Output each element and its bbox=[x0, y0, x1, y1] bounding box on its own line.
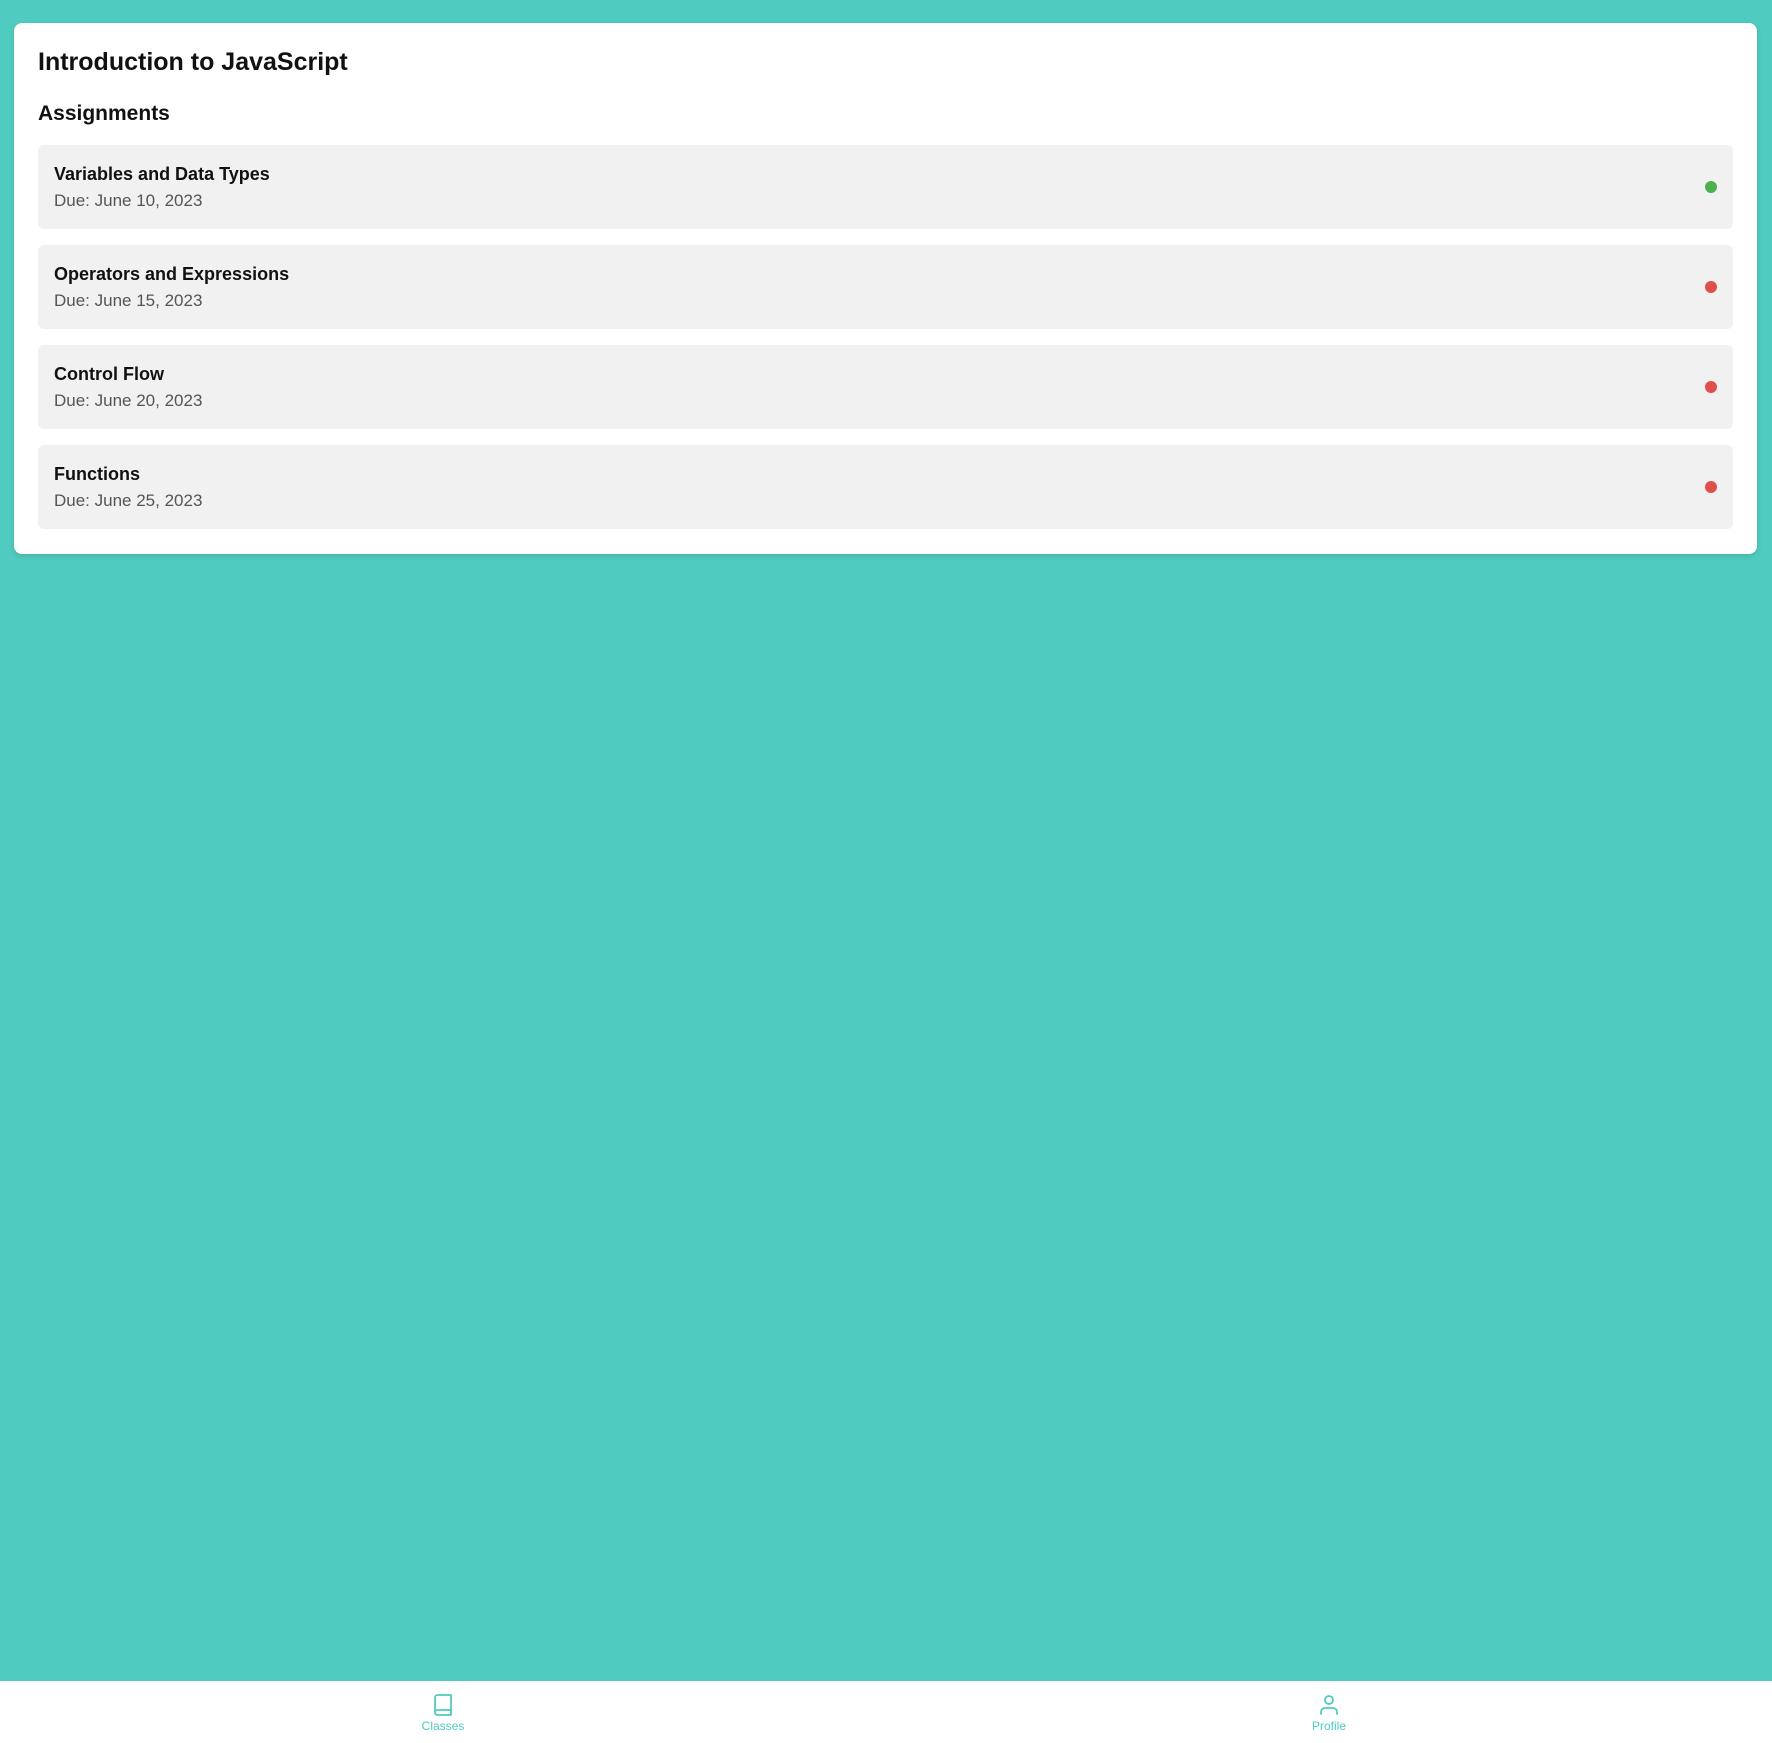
assignment-due-date: Due: June 10, 2023 bbox=[54, 191, 203, 210]
status-indicator bbox=[1705, 181, 1717, 193]
assignment-name: Functions bbox=[54, 464, 140, 484]
assignment-list: Variables and Data Types Due: June 10, 2… bbox=[38, 145, 1733, 529]
status-indicator bbox=[1705, 281, 1717, 293]
assignment-item[interactable]: Variables and Data Types Due: June 10, 2… bbox=[38, 145, 1733, 229]
course-card: Introduction to JavaScript Assignments V… bbox=[14, 23, 1757, 554]
nav-label-classes: Classes bbox=[421, 1719, 465, 1733]
nav-item-classes[interactable]: Classes bbox=[0, 1681, 886, 1743]
nav-item-profile[interactable]: Profile bbox=[886, 1681, 1772, 1743]
assignment-item[interactable]: Operators and Expressions Due: June 15, … bbox=[38, 245, 1733, 329]
assignments-heading: Assignments bbox=[38, 102, 170, 125]
status-indicator bbox=[1705, 481, 1717, 493]
assignment-item[interactable]: Functions Due: June 25, 2023 bbox=[38, 445, 1733, 529]
assignment-due-date: Due: June 15, 2023 bbox=[54, 291, 203, 310]
bottom-navigation: Classes Profile bbox=[0, 1681, 1772, 1743]
assignment-due-date: Due: June 25, 2023 bbox=[54, 491, 203, 510]
assignment-due-date: Due: June 20, 2023 bbox=[54, 391, 203, 410]
assignment-item[interactable]: Control Flow Due: June 20, 2023 bbox=[38, 345, 1733, 429]
nav-label-profile: Profile bbox=[1311, 1719, 1346, 1733]
assignment-name: Variables and Data Types bbox=[54, 164, 270, 184]
user-icon bbox=[1320, 1695, 1338, 1715]
status-indicator bbox=[1705, 381, 1717, 393]
assignment-name: Operators and Expressions bbox=[54, 264, 290, 284]
course-title: Introduction to JavaScript bbox=[38, 48, 348, 76]
assignment-name: Control Flow bbox=[54, 364, 164, 384]
book-icon bbox=[434, 1694, 452, 1716]
